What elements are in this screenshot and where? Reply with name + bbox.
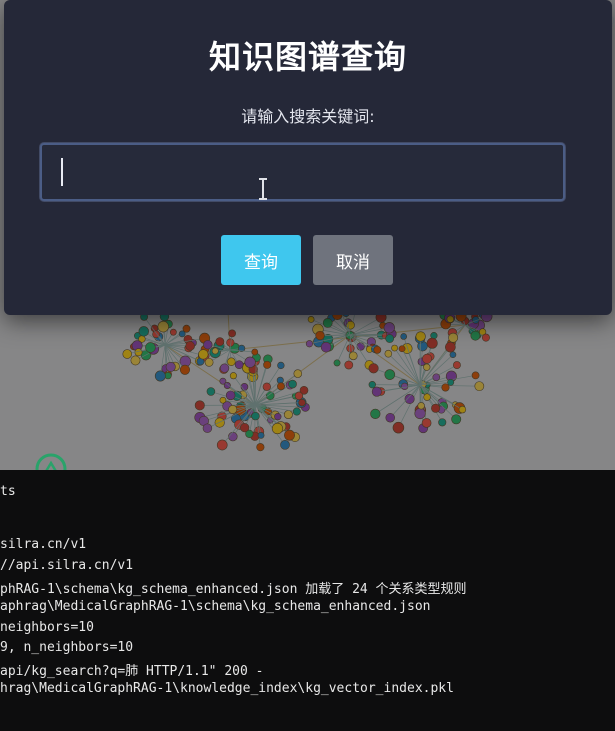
terminal-line: silra.cn/v1 xyxy=(0,537,87,552)
text-cursor-icon xyxy=(259,178,267,200)
search-input[interactable] xyxy=(40,143,565,201)
terminal-line: hrag\MedicalGraphRAG-1\knowledge_index\k… xyxy=(0,681,454,696)
search-prompt-label: 请输入搜索关键词: xyxy=(241,107,375,126)
terminal-line: aphrag\MedicalGraphRAG-1\schema\kg_schem… xyxy=(0,599,431,614)
terminal-line: api/kg_search?q=肺 HTTP/1.1" 200 - xyxy=(0,664,264,679)
cancel-button[interactable]: 取消 xyxy=(313,235,393,285)
terminal-line: 9, n_neighbors=10 xyxy=(0,640,134,655)
terminal-line: phRAG-1\schema\kg_schema_enhanced.json 加… xyxy=(0,582,467,597)
terminal-line: //api.silra.cn/v1 xyxy=(0,558,134,573)
terminal-line: neighbors=10 xyxy=(0,620,94,635)
dialog-title: 知识图谱查询 xyxy=(208,38,407,76)
terminal-line: ts xyxy=(0,484,16,499)
terminal-output: ts silra.cn/v1 //api.silra.cn/v1 phRAG-1… xyxy=(0,470,615,731)
text-caret xyxy=(61,158,63,186)
query-button[interactable]: 查询 xyxy=(221,235,301,285)
